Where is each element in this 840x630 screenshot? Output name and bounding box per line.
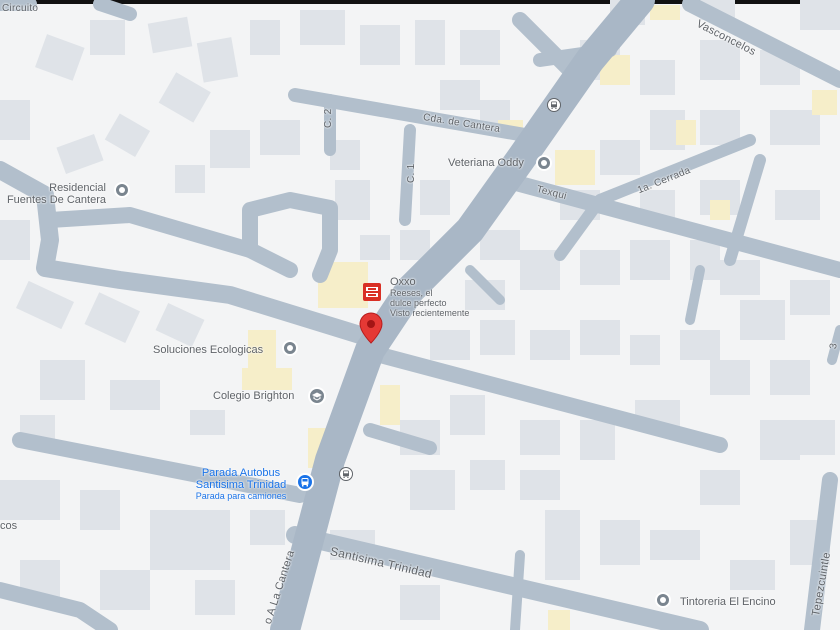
poi-oxxo-title: Oxxo — [390, 276, 416, 288]
street-label-c2: C. 2 — [323, 108, 334, 128]
poi-parada-label[interactable]: Parada Autobus Santisima Trinidad Parada… — [186, 467, 296, 501]
place-marker-icon[interactable] — [282, 340, 298, 356]
poi-residencial-line1: Residencial — [49, 182, 106, 194]
store-icon[interactable] — [362, 282, 382, 302]
poi-oxxo-sub1: Reeses, el — [390, 288, 433, 298]
poi-parada-line3: Parada para camiones — [195, 491, 287, 501]
map-canvas[interactable]: Circuito Vasconcelos C. 2 C. 1 Cda. de C… — [0, 0, 840, 630]
place-marker-icon[interactable] — [536, 155, 552, 171]
bus-icon[interactable] — [339, 467, 353, 481]
poi-residencial-label[interactable]: Residencial Fuentes De Cantera — [2, 182, 106, 206]
poi-soluciones-label[interactable]: Soluciones Ecologicas — [153, 344, 263, 356]
street-label-c1: C. 1 — [406, 163, 417, 183]
school-icon[interactable] — [308, 387, 326, 405]
poi-oxxo-sub2: dulce perfecto — [390, 298, 447, 308]
selected-location-pin-icon[interactable] — [359, 312, 383, 344]
poi-parada-line1: Parada Autobus — [201, 467, 281, 479]
poi-veteriana-label[interactable]: Veteriana Oddy — [448, 157, 524, 169]
poi-residencial-line2: Fuentes De Cantera — [6, 194, 106, 206]
place-marker-icon[interactable] — [655, 592, 671, 608]
poi-oxxo-sub3: Visto recientemente — [390, 308, 470, 318]
bus-icon[interactable] — [547, 98, 561, 112]
poi-partial-label[interactable]: cos — [0, 520, 17, 532]
poi-tintoreria-label[interactable]: Tintoreria El Encino — [680, 596, 776, 608]
street-label-circuito: Circuito — [2, 3, 39, 14]
poi-oxxo-label[interactable]: Oxxo Reeses, el dulce perfecto Visto rec… — [390, 276, 469, 318]
poi-colegio-label[interactable]: Colegio Brighton — [213, 390, 294, 402]
place-marker-icon[interactable] — [114, 182, 130, 198]
bus-stop-icon[interactable] — [296, 473, 314, 491]
poi-parada-line2: Santisima Trinidad — [195, 479, 287, 491]
